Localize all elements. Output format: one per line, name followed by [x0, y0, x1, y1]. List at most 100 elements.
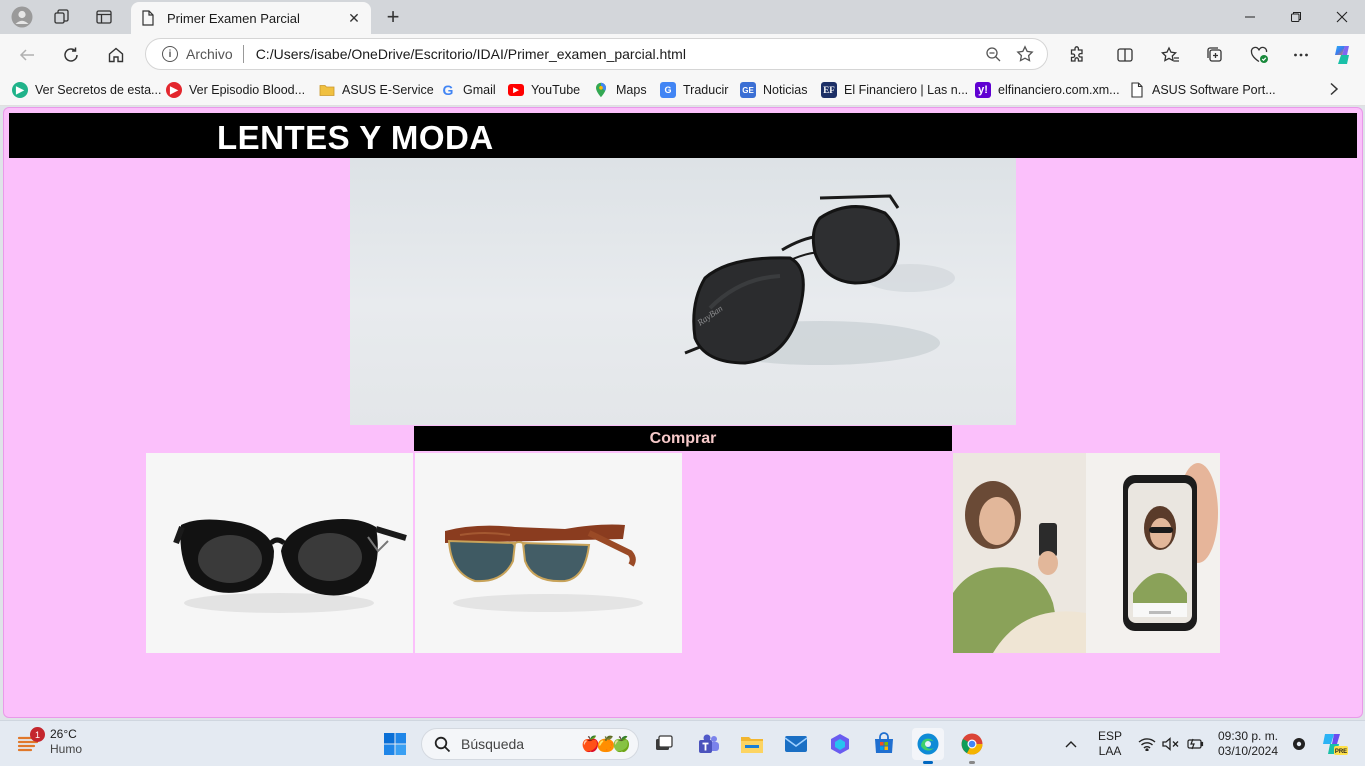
bookmarks-bar: ▶ Ver Secretos de esta... ▶ Ver Episodio… — [0, 74, 1365, 106]
mail-icon[interactable] — [780, 728, 812, 760]
tab-title: Primer Examen Parcial — [167, 10, 300, 26]
clock[interactable]: 09:30 p. m. 03/10/2024 — [1212, 721, 1284, 766]
bookmark-asus-software[interactable]: ASUS Software Port... — [1129, 80, 1276, 100]
minimize-button[interactable] — [1227, 0, 1273, 34]
bookmark-traducir[interactable]: G Traducir — [660, 80, 728, 100]
more-menu-icon[interactable] — [1288, 42, 1314, 68]
product-image-tortoise-sunglasses[interactable] — [415, 453, 682, 653]
start-button[interactable] — [379, 728, 411, 760]
reload-button[interactable] — [57, 41, 85, 69]
bookmark-label: Gmail — [463, 83, 496, 97]
language-code: ESP — [1097, 729, 1122, 743]
running-indicator — [969, 761, 975, 764]
vertical-tabs-icon[interactable] — [92, 5, 116, 29]
close-tab-icon[interactable]: ✕ — [345, 9, 363, 27]
bookmark-label: Maps — [616, 83, 647, 97]
wifi-icon[interactable] — [1136, 721, 1158, 766]
tab-strip: Primer Examen Parcial ✕ + — [0, 0, 1365, 34]
bookmark-label: Noticias — [763, 83, 808, 97]
extensions-icon[interactable] — [1064, 42, 1090, 68]
home-button[interactable] — [102, 41, 130, 69]
browser-essentials-icon[interactable] — [1246, 42, 1272, 68]
workspaces-icon[interactable] — [50, 5, 74, 29]
restore-button[interactable] — [1273, 0, 1319, 34]
copilot-taskbar-icon[interactable] — [824, 728, 856, 760]
bookmark-noticias[interactable]: GE Noticias — [740, 80, 807, 100]
hero-image: RayBan — [350, 158, 1016, 425]
task-view-button[interactable] — [648, 728, 680, 760]
favorites-icon[interactable] — [1157, 42, 1183, 68]
profile-icon[interactable] — [10, 5, 34, 29]
bookmark-label: YouTube — [531, 83, 581, 97]
ef-icon: EF — [821, 82, 837, 98]
bookmark-blood[interactable]: ▶ Ver Episodio Blood... — [166, 80, 305, 100]
yahoo-icon: y! — [975, 82, 991, 98]
page-icon — [1129, 82, 1145, 98]
language-indicator[interactable]: ESP LAA — [1092, 721, 1128, 766]
bookmark-label: Traducir — [683, 83, 729, 97]
notification-gear-icon[interactable] — [1290, 721, 1308, 766]
folder-icon — [319, 82, 335, 98]
search-placeholder: Búsqueda — [461, 736, 525, 752]
bookmark-label: elfinanciero.com.xm... — [998, 83, 1120, 97]
weather-condition: Humo — [50, 742, 83, 756]
taskbar-search[interactable]: Búsqueda 🍎🍊🍏 — [421, 728, 639, 760]
weather-temperature: 26°C — [50, 727, 77, 741]
copilot-icon[interactable] — [1330, 42, 1356, 68]
bookmark-youtube[interactable]: ▶ YouTube — [508, 80, 580, 100]
info-icon[interactable]: i — [162, 46, 178, 62]
search-icon — [434, 736, 451, 752]
chrome-icon[interactable] — [956, 728, 988, 764]
store-icon[interactable] — [868, 728, 900, 760]
scheme-label: Archivo — [186, 46, 233, 62]
page-viewport: LENTES Y MODA RayBan Comprar — [3, 107, 1363, 718]
favorite-star-icon[interactable] — [1013, 42, 1037, 66]
buy-button[interactable]: Comprar — [414, 426, 952, 451]
copilot-pre-icon[interactable]: PRE — [1318, 721, 1350, 766]
site-title: LENTES Y MODA — [217, 119, 494, 156]
address-bar[interactable]: i Archivo C:/Users/isabe/OneDrive/Escrit… — [145, 38, 1048, 70]
news-icon: GE — [740, 82, 756, 98]
bookmark-yahoo-financiero[interactable]: y! elfinanciero.com.xm... — [975, 80, 1120, 100]
bookmark-el-financiero[interactable]: EF El Financiero | Las n... — [821, 80, 968, 100]
product-image-black-sunglasses[interactable] — [146, 453, 413, 653]
url-text[interactable]: C:/Users/isabe/OneDrive/Escritorio/IDAI/… — [256, 46, 973, 62]
address-divider — [242, 45, 244, 63]
file-explorer-icon[interactable] — [736, 728, 768, 760]
bookmark-maps[interactable]: Maps — [593, 80, 647, 100]
bookmark-label: El Financiero | Las n... — [844, 83, 969, 97]
clock-time: 09:30 p. m. — [1217, 729, 1279, 743]
tab-primer-examen[interactable]: Primer Examen Parcial ✕ — [131, 2, 371, 34]
bookmark-label: ASUS E-Service — [342, 83, 434, 97]
play-circle-icon: ▶ — [166, 82, 182, 98]
weather-widget[interactable]: 1 26°C Humo — [16, 727, 82, 757]
keyboard-layout: LAA — [1098, 744, 1122, 758]
collections-icon[interactable] — [1202, 42, 1228, 68]
volume-muted-icon[interactable] — [1160, 721, 1182, 766]
zoom-icon[interactable] — [981, 42, 1005, 66]
google-icon: G — [442, 82, 454, 98]
play-circle-icon: ▶ — [12, 82, 28, 98]
bookmark-secretos[interactable]: ▶ Ver Secretos de esta... — [12, 80, 161, 100]
bookmark-asus-eservice[interactable]: ASUS E-Service — [319, 80, 434, 100]
back-button[interactable] — [13, 41, 41, 69]
bookmark-label: ASUS Software Port... — [1152, 83, 1276, 97]
youtube-icon: ▶ — [508, 84, 524, 96]
translate-icon: G — [660, 82, 676, 98]
svg-text:PRE: PRE — [1335, 749, 1347, 755]
bookmark-label: Ver Secretos de esta... — [35, 83, 162, 97]
edge-taskbar-icon[interactable] — [912, 728, 944, 764]
fruit-icon: 🍎🍊🍏 — [580, 736, 631, 753]
close-window-button[interactable] — [1319, 0, 1365, 34]
teams-icon[interactable] — [692, 728, 724, 760]
site-header: LENTES Y MODA — [9, 113, 1357, 158]
weather-icon: 1 — [16, 727, 45, 755]
clock-date: 03/10/2024 — [1217, 744, 1279, 758]
chevron-up-icon[interactable] — [1060, 721, 1082, 766]
chevron-right-icon[interactable] — [1329, 82, 1339, 101]
new-tab-button[interactable]: + — [381, 4, 405, 29]
bookmark-gmail[interactable]: G Gmail — [440, 80, 496, 100]
split-screen-icon[interactable] — [1112, 42, 1138, 68]
product-image-virtual-try-on[interactable] — [953, 453, 1220, 653]
battery-icon[interactable] — [1184, 721, 1206, 766]
